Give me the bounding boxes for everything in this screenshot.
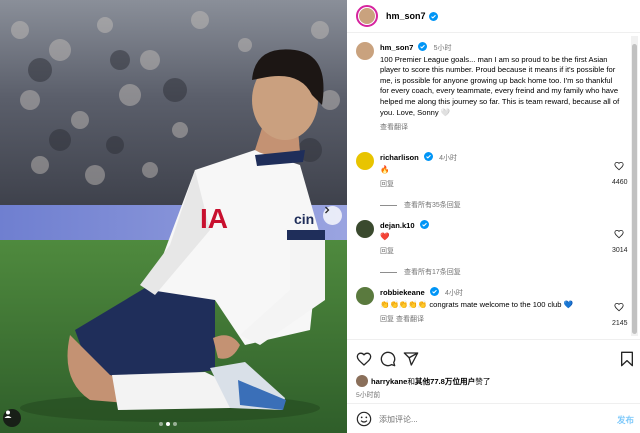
comment-text: 👏👏👏👏👏 congrats mate welcome to the 100 c… <box>380 299 574 309</box>
comment-like-count: 3014 <box>612 247 628 254</box>
liked-by-summary: harrykane 和 其他77.8万位用户 赞了 <box>356 375 490 387</box>
comment-input[interactable] <box>379 410 599 428</box>
commenter-avatar[interactable] <box>356 152 374 170</box>
user-tag-icon <box>4 410 12 418</box>
comment-like-count: 4460 <box>612 179 628 186</box>
verified-badge-icon <box>423 152 433 161</box>
sleeve-sponsor-text: cin <box>294 211 314 227</box>
view-replies-link[interactable]: 查看所有35条回复 <box>380 200 461 210</box>
share-icon[interactable] <box>403 351 419 367</box>
carousel-dot <box>173 422 177 426</box>
comment-text: ❤️ <box>380 231 390 241</box>
carousel-next-button[interactable] <box>323 206 342 225</box>
heart-icon <box>614 302 624 312</box>
carousel-indicator <box>159 422 177 426</box>
commenter-avatar[interactable] <box>356 287 374 305</box>
comment-text: 🔥 <box>380 164 390 174</box>
verified-badge-icon <box>419 220 429 229</box>
author-avatar[interactable] <box>356 42 374 60</box>
comment-username[interactable]: richarlison <box>380 153 419 162</box>
post-comment-button[interactable]: 发布 <box>617 414 634 426</box>
scrollbar-thumb[interactable] <box>632 44 637 334</box>
comment-like-count: 2145 <box>612 320 628 327</box>
post-action-bar <box>347 339 640 377</box>
add-comment-bar: 发布 <box>347 403 640 433</box>
comment-icon[interactable] <box>380 351 396 367</box>
carousel-dot <box>159 422 163 426</box>
comment-item: richarlison 4小时 🔥 回复 4460 <box>356 152 628 191</box>
reply-link[interactable]: 回复 <box>380 180 394 191</box>
comment-item: robbiekeane 4小时 👏👏👏👏👏 congrats mate welc… <box>356 287 628 327</box>
bookmark-icon[interactable] <box>619 351 635 367</box>
view-replies-text[interactable]: 查看所有17条回复 <box>404 267 461 277</box>
commenter-avatar[interactable] <box>356 220 374 238</box>
comment-like-button[interactable]: 3014 <box>612 226 628 254</box>
chevron-right-icon <box>325 206 330 214</box>
comment-username[interactable]: dejan.k10 <box>380 221 415 230</box>
caption: hm_son7 5小时 100 Premier League goals... … <box>356 42 621 134</box>
comment-like-button[interactable]: 2145 <box>612 299 628 327</box>
post-header: hm_son7 <box>347 0 640 33</box>
author-avatar[interactable] <box>356 5 378 27</box>
post-detail-panel: hm_son7 hm_son7 5小时 100 Premier League g… <box>347 0 640 433</box>
jersey-sponsor-text: IA <box>200 203 228 234</box>
see-translation-link[interactable]: 查看翻译 <box>380 123 408 134</box>
post-time: 5小时前 <box>356 392 381 399</box>
verified-badge-icon <box>418 42 428 51</box>
comment-like-button[interactable]: 4460 <box>612 158 628 186</box>
emoji-icon[interactable] <box>356 411 372 427</box>
liked-by-user[interactable]: harrykane <box>371 377 407 386</box>
caption-text: 100 Premier League goals... man I am so … <box>380 54 620 117</box>
tagged-users-button[interactable] <box>3 409 21 427</box>
liked-by-and: 和 <box>407 376 415 386</box>
heart-icon <box>614 161 624 171</box>
view-replies-link[interactable]: 查看所有17条回复 <box>380 267 461 277</box>
photo-footballer-celebration: IA cin <box>0 0 347 433</box>
carousel-dot-active <box>166 422 170 426</box>
liked-by-others[interactable]: 其他77.8万位用户 <box>415 376 475 387</box>
comment-time: 4小时 <box>439 155 457 162</box>
comment-time: 4小时 <box>445 290 463 297</box>
heart-icon <box>614 229 624 239</box>
verified-badge-icon <box>429 287 439 296</box>
liker-avatar[interactable] <box>356 375 368 387</box>
caption-time: 5小时 <box>433 45 452 52</box>
post-image[interactable]: IA cin <box>0 0 347 433</box>
verified-badge-icon <box>428 11 438 21</box>
reply-link[interactable]: 回复 查看翻译 <box>380 315 424 326</box>
author-username[interactable]: hm_son7 <box>386 11 426 21</box>
comments-scroll-area[interactable]: hm_son7 5小时 100 Premier League goals... … <box>347 34 640 339</box>
comment-item: dejan.k10 ❤️ 回复 3014 <box>356 220 628 258</box>
view-replies-text[interactable]: 查看所有35条回复 <box>404 200 461 210</box>
caption-username[interactable]: hm_son7 <box>380 43 413 52</box>
liked-by-suffix: 赞了 <box>475 376 491 386</box>
comment-username[interactable]: robbiekeane <box>380 288 425 297</box>
heart-icon[interactable] <box>356 351 372 367</box>
reply-link[interactable]: 回复 <box>380 247 394 258</box>
